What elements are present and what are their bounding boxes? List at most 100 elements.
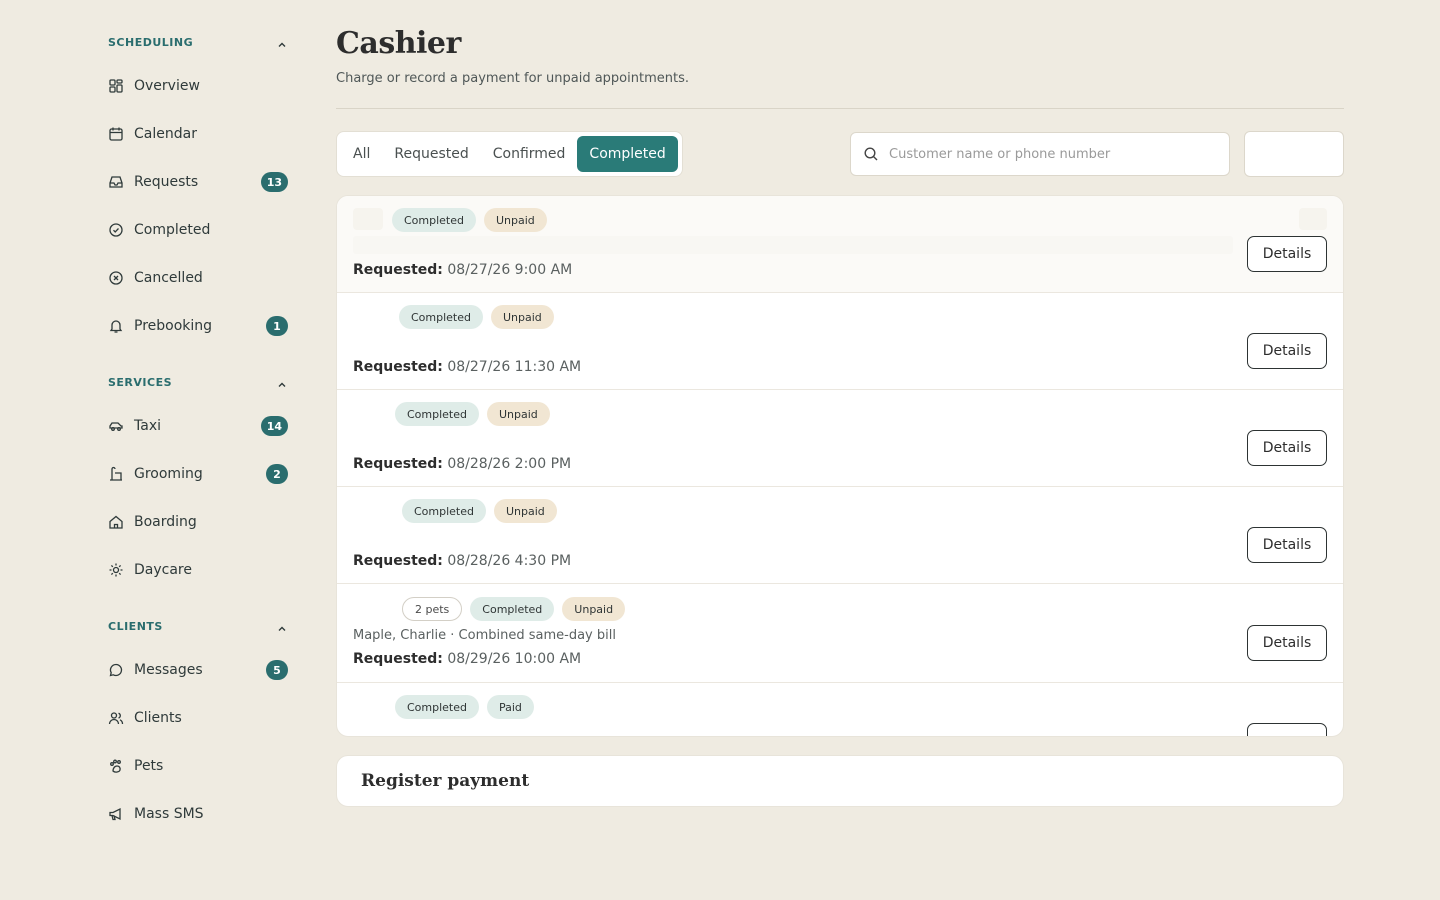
appointment-list: Completed Unpaid Requested: 08/27/26 9:0… [336,195,1344,737]
requested-value: 08/27/26 9:00 AM [447,262,573,278]
status-badge: Completed [395,695,479,719]
payment-badge: Unpaid [491,305,554,329]
requested-time: Requested: 08/29/26 10:00 AM [353,651,581,667]
sidebar-item-pets[interactable]: Pets [92,742,304,790]
search-input[interactable] [889,146,1217,162]
page-title: Cashier [336,26,461,61]
status-pills: 2 pets Completed Unpaid [402,597,626,621]
table-row: 2 pets Completed Unpaid Maple, Charlie ·… [337,584,1343,683]
chevron-up-icon[interactable] [276,36,288,48]
sidebar-item-label: Prebooking [134,318,213,334]
chevron-up-icon[interactable] [276,376,288,388]
requested-time: Requested: 08/27/26 9:00 AM [353,262,572,278]
sidebar-item-completed[interactable]: Completed [92,206,304,254]
megaphone-icon [108,806,124,822]
sidebar-item-label: Completed [134,222,211,238]
calendar-icon [108,126,124,142]
placeholder-block [353,208,383,230]
requested-time: Requested: 08/28/26 4:30 PM [353,553,571,569]
payment-badge: Unpaid [484,208,547,232]
tab-requested[interactable]: Requested [382,136,480,172]
sidebar-item-label: Calendar [134,126,197,142]
details-button[interactable] [1247,723,1327,736]
count-badge: 14 [260,416,288,436]
tab-confirmed[interactable]: Confirmed [481,136,578,172]
status-badge: Completed [399,305,483,329]
section-header-clients[interactable]: CLIENTS [92,606,304,646]
table-row: Completed Paid [337,683,1343,736]
details-button[interactable]: Details [1247,527,1327,563]
section-header-scheduling[interactable]: SCHEDULING [92,22,304,62]
inbox-icon [108,174,124,190]
chat-icon [108,662,124,678]
sidebar-item-label: Daycare [134,562,192,578]
requested-value: 08/27/26 11:30 AM [447,359,582,375]
requested-value: 08/28/26 2:00 PM [447,456,572,472]
details-button[interactable]: Details [1247,333,1327,369]
table-row: Completed Unpaid Requested: 08/27/26 9:0… [337,196,1343,293]
sidebar-item-calendar[interactable]: Calendar [92,110,304,158]
tab-completed[interactable]: Completed [577,136,678,172]
sidebar-item-cancelled[interactable]: Cancelled [92,254,304,302]
sidebar-item-grooming[interactable]: Grooming 2 [92,450,304,498]
page-subtitle: Charge or record a payment for unpaid ap… [336,71,689,86]
requested-time: Requested: 08/28/26 2:00 PM [353,456,571,472]
check-circle-icon [108,222,124,238]
sidebar-item-overview[interactable]: Overview [92,62,304,110]
sidebar-item-prebooking[interactable]: Prebooking 1 [92,302,304,350]
paw-icon [108,758,124,774]
sidebar-item-messages[interactable]: Messages 5 [92,646,304,694]
details-button[interactable]: Details [1247,625,1327,661]
search-icon [864,147,878,161]
sidebar-item-label: Mass SMS [134,806,204,822]
sidebar-item-label: Taxi [134,418,161,434]
register-payment-title: Register payment [361,771,530,791]
sun-icon [108,562,124,578]
status-pills: Completed Unpaid [395,402,550,426]
sidebar-item-mass-sms[interactable]: Mass SMS [92,790,304,838]
placeholder-block [1299,208,1327,230]
payment-badge: Unpaid [562,597,626,621]
section-header-services[interactable]: SERVICES [92,362,304,402]
count-badge: 1 [266,316,288,336]
sidebar-item-label: Grooming [134,466,203,482]
count-badge: 13 [260,172,288,192]
sidebar-item-label: Requests [134,174,199,190]
sidebar-item-label: Clients [134,710,182,726]
details-button[interactable]: Details [1247,236,1327,272]
toolbar: All Requested Confirmed Completed [336,131,1344,177]
sidebar-item-requests[interactable]: Requests 13 [92,158,304,206]
table-row: Completed Unpaid Requested: 08/28/26 4:3… [337,487,1343,584]
sidebar-item-label: Pets [134,758,164,774]
requested-value: 08/29/26 10:00 AM [447,651,582,667]
pet-count-badge: 2 pets [402,597,463,621]
details-button[interactable]: Details [1247,430,1327,466]
car-icon [108,418,124,434]
x-circle-icon [108,270,124,286]
pet-names: Maple, Charlie · Combined same-day bill [353,628,616,643]
sidebar-item-daycare[interactable]: Daycare [92,546,304,594]
placeholder-bar [353,236,1233,254]
requested-label: Requested: [353,359,443,375]
action-button[interactable] [1244,131,1344,177]
section-title: SERVICES [108,375,173,389]
sidebar-item-taxi[interactable]: Taxi 14 [92,402,304,450]
requested-time: Requested: 08/27/26 11:30 AM [353,359,581,375]
chevron-up-icon[interactable] [276,620,288,632]
bell-icon [108,318,124,334]
status-pills: Completed Unpaid [399,305,554,329]
sidebar-item-label: Boarding [134,514,197,530]
status-badge: Completed [395,402,479,426]
sidebar-item-clients[interactable]: Clients [92,694,304,742]
status-badge: Completed [392,208,476,232]
requested-label: Requested: [353,456,443,472]
count-badge: 5 [266,660,288,680]
register-payment-panel[interactable]: Register payment [336,755,1344,807]
sidebar-item-label: Messages [134,662,203,678]
table-row: Completed Unpaid Requested: 08/28/26 2:0… [337,390,1343,487]
sidebar-item-boarding[interactable]: Boarding [92,498,304,546]
search-box[interactable] [850,132,1230,176]
requested-value: 08/28/26 4:30 PM [447,553,572,569]
tab-all[interactable]: All [341,136,382,172]
home-icon [108,514,124,530]
